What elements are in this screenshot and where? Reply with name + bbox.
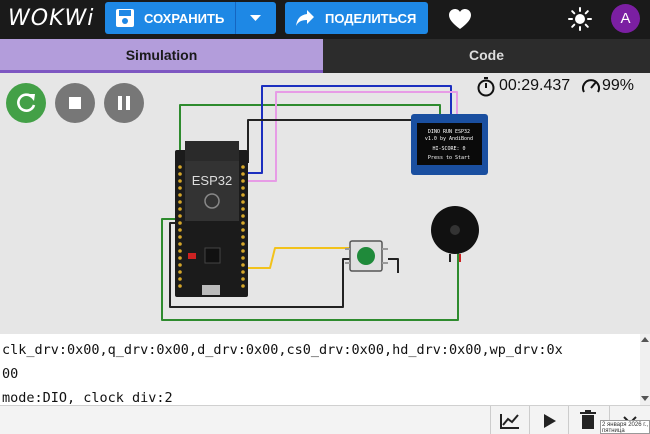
heart-icon[interactable] — [448, 8, 472, 35]
circuit-diagram: ESP32 DINO RUN ESP32 v1.0 by AndiBond HI… — [161, 85, 488, 321]
date-tooltip: 2 января 2026 г., пятница — [600, 420, 650, 434]
share-label: ПОДЕЛИТЬСЯ — [325, 11, 417, 26]
oled-line-4: Press to Start — [428, 155, 470, 161]
save-icon — [115, 8, 135, 33]
chevron-down-icon — [250, 15, 261, 21]
oled-line-1: DINO RUN ESP32 — [428, 129, 470, 135]
push-button — [345, 240, 388, 272]
console-line: mode:DIO, clock div:2 — [2, 390, 173, 405]
scroll-up-icon[interactable] — [641, 337, 649, 342]
wire-black-buzzer — [388, 258, 399, 273]
console-toolbar — [0, 405, 650, 434]
simulation-canvas[interactable]: 00:29.437 99% ESP32 DINO RUN ESP32 v1.0 … — [0, 73, 650, 334]
theme-toggle-sun-icon[interactable] — [568, 7, 592, 36]
tab-code[interactable]: Code — [323, 39, 650, 73]
wokwi-logo[interactable]: WOKWi — [8, 6, 94, 31]
buzzer — [431, 206, 479, 262]
wire-yellow — [245, 247, 350, 269]
console-line: clk_drv:0x00,q_drv:0x00,d_drv:0x00,cs0_d… — [2, 342, 563, 358]
oled-display: DINO RUN ESP32 v1.0 by AndiBond HI-SCORE… — [411, 114, 488, 175]
esp32-board: ESP32 — [175, 141, 248, 297]
wokwi-app: WOKWi СОХРАНИТЬ ПОДЕЛИТЬСЯ A Simulation … — [0, 0, 650, 434]
save-button[interactable]: СОХРАНИТЬ — [105, 2, 276, 34]
oled-line-2: v1.0 by AndiBond — [425, 136, 473, 142]
share-button[interactable]: ПОДЕЛИТЬСЯ — [285, 2, 428, 34]
top-bar: WOKWi СОХРАНИТЬ ПОДЕЛИТЬСЯ A — [0, 0, 650, 39]
oled-line-3: HI-SCORE: 0 — [432, 146, 465, 152]
play-button[interactable] — [529, 406, 567, 434]
console-scrollbar[interactable] — [640, 334, 650, 405]
save-dropdown-button[interactable] — [235, 2, 276, 34]
user-avatar[interactable]: A — [611, 4, 640, 33]
tab-simulation[interactable]: Simulation — [0, 39, 323, 73]
plotter-button[interactable] — [490, 406, 528, 434]
console-line: 00 — [2, 366, 19, 382]
tab-bar: Simulation Code — [0, 39, 650, 73]
share-arrow-icon — [295, 9, 315, 32]
play-icon — [544, 414, 556, 428]
scroll-down-icon[interactable] — [641, 396, 649, 401]
serial-monitor[interactable]: clk_drv:0x00,q_drv:0x00,d_drv:0x00,cs0_d… — [0, 334, 640, 405]
esp32-label: ESP32 — [192, 173, 232, 188]
chart-icon — [500, 414, 519, 429]
save-label: СОХРАНИТЬ — [144, 11, 225, 26]
